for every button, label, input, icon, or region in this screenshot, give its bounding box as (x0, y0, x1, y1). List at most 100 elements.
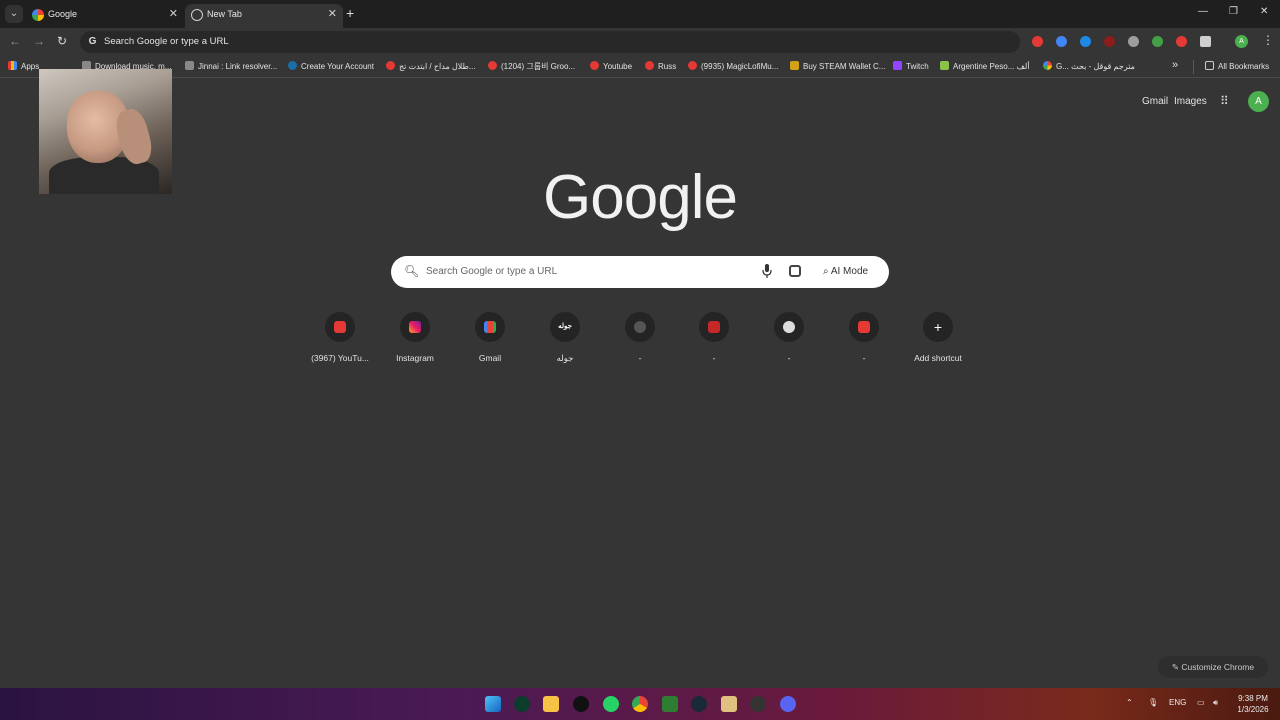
shortcut-tile[interactable]: - (753, 310, 825, 370)
bookmark-item[interactable]: Youtube (590, 61, 632, 73)
extension-icon[interactable] (1056, 36, 1067, 47)
microphone-icon[interactable] (762, 264, 772, 278)
omnibox-text[interactable]: Search Google or type a URL (104, 36, 229, 47)
new-tab-button[interactable]: + (346, 5, 354, 21)
extension-icon[interactable] (1128, 36, 1139, 47)
picture-in-picture-video[interactable] (39, 69, 172, 194)
language-indicator[interactable]: ENG (1169, 698, 1186, 707)
back-button[interactable]: ← (9, 34, 21, 48)
shortcut-label: جوله (556, 353, 574, 363)
account-avatar[interactable]: A (1248, 91, 1269, 112)
chevron-up-icon[interactable]: ⌃ (1126, 698, 1133, 707)
shortcut-tile[interactable]: - (678, 310, 750, 370)
bookmark-item[interactable]: Create Your Account (288, 61, 374, 73)
extension-icon[interactable] (1104, 36, 1115, 47)
puzzle-icon[interactable] (1200, 36, 1211, 47)
bookmark-item[interactable]: Twitch (893, 61, 929, 73)
omnibox[interactable]: G Search Google or type a URL (80, 31, 1020, 53)
toolbar: ← → ↻ G Search Google or type a URL A ⋮ (0, 28, 1280, 56)
bookmark-item[interactable]: Jinnai : Link resolver... (185, 61, 277, 73)
shortcut-circle: جوله (550, 312, 580, 342)
images-link[interactable]: Images (1174, 96, 1207, 107)
kebab-menu-icon[interactable]: ⋮ (1262, 33, 1274, 47)
shortcut-tile[interactable]: (3967) YouTu... (304, 310, 376, 370)
site-icon (634, 321, 646, 333)
tab-google[interactable]: Google ✕ (26, 4, 184, 28)
youtube-icon (858, 321, 870, 333)
bookmark-item[interactable]: Apps (8, 61, 39, 73)
tab-search-button[interactable]: ⌄ (5, 5, 23, 23)
app-icon[interactable] (750, 696, 766, 712)
google-logo: Google (543, 163, 738, 232)
ai-mode-label: AI Mode (830, 266, 869, 277)
network-icon[interactable]: ▭ (1197, 698, 1205, 707)
app-icon[interactable] (662, 696, 678, 712)
more-bookmarks-chevron-icon[interactable]: » (1172, 59, 1178, 71)
bookmark-item[interactable]: G... مترجم قوقل - بحث (1043, 61, 1135, 73)
add-shortcut-tile[interactable]: + Add shortcut (902, 310, 974, 370)
bookmark-label: Apps (21, 62, 40, 71)
tab-new-tab[interactable]: New Tab ✕ (185, 4, 343, 28)
whatsapp-icon[interactable] (603, 696, 619, 712)
shortcut-tile[interactable]: - (604, 310, 676, 370)
google-icon: G (88, 36, 97, 47)
minimize-button[interactable]: — (1198, 6, 1208, 17)
restore-button[interactable]: ❐ (1229, 6, 1238, 17)
customize-chrome-button[interactable]: ✎ Customize Chrome (1158, 656, 1268, 678)
all-bookmarks-button[interactable]: All Bookmarks (1205, 61, 1269, 73)
search-input[interactable]: Search Google or type a URL (426, 266, 557, 277)
reload-button[interactable]: ↻ (57, 34, 67, 48)
taskbar: ⌃ 🎙︎ ENG ▭ 🔊︎ 9:38 PM 1/3/2026 (0, 688, 1280, 720)
shortcut-tile[interactable]: Gmail (454, 310, 526, 370)
chrome-icon[interactable] (632, 696, 648, 712)
volume-icon[interactable]: 🔊︎ (1213, 698, 1218, 708)
file-explorer-icon[interactable] (543, 696, 559, 712)
close-window-button[interactable]: ✕ (1260, 6, 1268, 17)
bookmark-icon (645, 61, 654, 70)
extension-icon[interactable] (1080, 36, 1091, 47)
text-logo-icon: جوله (558, 323, 572, 330)
extension-icon[interactable] (1032, 36, 1043, 47)
search-box[interactable]: 🔍︎ Search Google or type a URL ⌕ AI Mode (391, 256, 889, 288)
close-tab-icon[interactable]: ✕ (169, 7, 178, 20)
shortcut-label: - (862, 353, 866, 363)
gmail-icon (484, 321, 496, 333)
shortcut-label: Instagram (396, 353, 434, 363)
sparkle-search-icon: ⌕ (823, 266, 831, 277)
extension-icon[interactable] (1176, 36, 1187, 47)
forward-button[interactable]: → (33, 34, 45, 48)
discord-icon[interactable] (780, 696, 796, 712)
extension-icon[interactable] (1152, 36, 1163, 47)
app-icon[interactable] (514, 696, 530, 712)
plus-icon: + (933, 319, 943, 335)
bookmark-item[interactable]: طلال مداح / ابتدت تج... (386, 61, 476, 73)
ai-mode-button[interactable]: ⌕ AI Mode (815, 261, 876, 283)
steam-icon[interactable] (691, 696, 707, 712)
microphone-icon[interactable]: 🎙︎ (1148, 698, 1158, 707)
shortcut-tile[interactable]: - (828, 310, 900, 370)
bookmark-item[interactable]: Buy STEAM Wallet C... (790, 61, 885, 73)
bookmark-item[interactable]: (1204) 그룹비 Groo... (488, 61, 575, 73)
clock[interactable]: 9:38 PM 1/3/2026 (1228, 693, 1278, 715)
shortcut-circle (400, 312, 430, 342)
shortcut-label: - (787, 353, 791, 363)
close-tab-icon[interactable]: ✕ (328, 7, 337, 20)
tab-title: Google (48, 9, 78, 19)
bookmark-item[interactable]: (9935) MagicLofiMu... (688, 61, 778, 73)
shortcut-tile[interactable]: جوله جوله (529, 310, 601, 370)
windows-start-icon[interactable] (485, 696, 501, 712)
gmail-link[interactable]: Gmail (1142, 96, 1168, 107)
bookmark-item[interactable]: Russ (645, 61, 676, 73)
bookmark-label: Jinnai : Link resolver... (198, 62, 278, 71)
profile-avatar[interactable]: A (1235, 35, 1248, 48)
bookmark-icon (8, 61, 17, 70)
bookmark-icon (893, 61, 902, 70)
google-apps-grid-icon[interactable]: ⠿ (1220, 95, 1232, 107)
shortcut-tile[interactable]: Instagram (379, 310, 451, 370)
app-icon[interactable] (721, 696, 737, 712)
google-lens-icon[interactable] (789, 265, 801, 277)
folder-icon (1205, 61, 1214, 70)
tiktok-icon[interactable] (573, 696, 589, 712)
bookmark-item[interactable]: Argentine Peso... ألف (940, 61, 1030, 73)
google-favicon-icon (32, 9, 44, 21)
